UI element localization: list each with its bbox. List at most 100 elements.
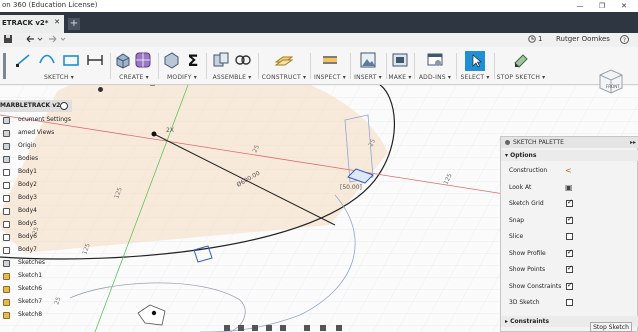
sketch-icon[interactable] bbox=[3, 286, 10, 293]
palette-option-construction[interactable]: Construction < bbox=[501, 163, 638, 179]
palette-option-show-profile[interactable]: Show Profile bbox=[501, 246, 638, 262]
browser-item-origin[interactable]: Origin bbox=[0, 140, 72, 152]
assemble-menu[interactable]: ASSEMBLE ▾ bbox=[208, 74, 256, 81]
browser-item-body1[interactable]: Body1 bbox=[0, 166, 72, 178]
sketch-arc-icon[interactable] bbox=[38, 51, 56, 69]
checkbox[interactable] bbox=[566, 215, 573, 224]
body-icon[interactable] bbox=[3, 182, 10, 189]
options-section-header[interactable]: ▾ Options bbox=[501, 150, 638, 161]
add-ins-menu[interactable]: ADD-INS ▾ bbox=[416, 74, 454, 81]
checkbox[interactable] bbox=[566, 198, 573, 207]
palette-option-show-constraints[interactable]: Show Constraints bbox=[501, 279, 638, 295]
browser-item-body7[interactable]: Body7 bbox=[0, 244, 72, 256]
look-at-icon[interactable]: ▣ bbox=[565, 183, 575, 192]
redo-icon[interactable] bbox=[47, 34, 59, 48]
sketch-icon[interactable] bbox=[3, 312, 10, 319]
make-menu[interactable]: MAKE ▾ bbox=[388, 74, 412, 81]
palette-option-look-at[interactable]: Look At ▣ bbox=[501, 180, 638, 196]
document-tab[interactable]: ETRACK v2* ✕ bbox=[0, 15, 64, 33]
undo-icon[interactable] bbox=[24, 34, 36, 48]
browser-item-body2[interactable]: Body2 bbox=[0, 179, 72, 191]
view-cube[interactable]: FRONT bbox=[596, 66, 626, 96]
folder-icon[interactable] bbox=[3, 117, 10, 124]
extrude-icon[interactable] bbox=[114, 51, 132, 69]
browser-item-sketch7[interactable]: Sketch7 bbox=[0, 296, 72, 308]
sketch-menu[interactable]: SKETCH ▾ bbox=[10, 74, 108, 81]
checkbox[interactable] bbox=[566, 233, 573, 240]
select-cursor-icon[interactable] bbox=[465, 51, 485, 71]
display-settings-icon[interactable] bbox=[304, 325, 310, 331]
browser-item-sketch6[interactable]: Sketch6 bbox=[0, 283, 72, 295]
scripts-addins-icon[interactable] bbox=[426, 51, 444, 69]
browser-item-body6[interactable]: Body6 bbox=[0, 231, 72, 243]
checkbox[interactable] bbox=[566, 264, 573, 273]
browser-item-body3[interactable]: Body3 bbox=[0, 192, 72, 204]
palette-option-snap[interactable]: Snap bbox=[501, 213, 638, 229]
sketch-dimension-icon[interactable] bbox=[86, 51, 104, 69]
palette-option-show-points[interactable]: Show Points bbox=[501, 262, 638, 278]
orbit-icon[interactable] bbox=[224, 325, 230, 331]
browser-item-body4[interactable]: Body4 bbox=[0, 205, 72, 217]
close-button[interactable]: ✕ bbox=[614, 0, 634, 12]
look-at-nav-icon[interactable] bbox=[238, 325, 244, 331]
browser-item-body5[interactable]: Body5 bbox=[0, 218, 72, 230]
grid-settings-icon[interactable] bbox=[320, 325, 326, 331]
parameters-sigma-icon[interactable]: Σ bbox=[184, 51, 202, 69]
browser-item-sketch8[interactable]: Sketch8 bbox=[0, 309, 72, 321]
construction-icon[interactable]: < bbox=[565, 166, 575, 175]
folder-icon[interactable] bbox=[3, 260, 10, 267]
folder-icon[interactable] bbox=[3, 156, 10, 163]
body-icon[interactable] bbox=[3, 169, 10, 176]
stop-sketch-button[interactable]: Stop Sketch bbox=[590, 322, 632, 332]
sketch-palette-header[interactable]: SKETCH PALETTE ▸▸ bbox=[501, 137, 638, 148]
fit-icon[interactable] bbox=[280, 325, 286, 331]
stop-sketch-icon[interactable] bbox=[512, 51, 530, 69]
activate-radio-icon[interactable] bbox=[60, 102, 68, 110]
sketch-icon[interactable] bbox=[3, 273, 10, 280]
palette-option-sketch-grid[interactable]: Sketch Grid bbox=[501, 196, 638, 212]
modify-menu[interactable]: MODIFY ▾ bbox=[160, 74, 204, 81]
offset-plane-icon[interactable] bbox=[275, 51, 293, 69]
minimize-button[interactable]: — bbox=[570, 0, 590, 12]
folder-icon[interactable] bbox=[3, 130, 10, 137]
maximize-button[interactable]: ❐ bbox=[592, 0, 612, 12]
body-icon[interactable] bbox=[3, 221, 10, 228]
folder-icon[interactable] bbox=[3, 143, 10, 150]
insert-menu[interactable]: INSERT ▾ bbox=[352, 74, 384, 81]
new-component-icon[interactable] bbox=[212, 51, 230, 69]
new-tab-button[interactable]: + bbox=[68, 18, 80, 30]
body-icon[interactable] bbox=[3, 247, 10, 254]
dimension-50[interactable]: [50.00] bbox=[340, 184, 362, 191]
tab-close-icon[interactable]: ✕ bbox=[54, 18, 60, 26]
undo-dropdown-icon[interactable] bbox=[37, 34, 43, 48]
joint-icon[interactable] bbox=[234, 51, 252, 69]
save-icon[interactable] bbox=[3, 34, 13, 48]
palette-pin-icon[interactable] bbox=[505, 140, 510, 145]
checkbox[interactable] bbox=[566, 281, 573, 290]
create-menu[interactable]: CREATE ▾ bbox=[112, 74, 156, 81]
sketch-rectangle-icon[interactable] bbox=[62, 51, 80, 69]
construct-menu[interactable]: CONSTRUCT ▾ bbox=[260, 74, 308, 81]
checkbox[interactable] bbox=[566, 299, 573, 306]
zoom-icon[interactable] bbox=[266, 325, 272, 331]
browser-item-ocument-settings[interactable]: ocument Settings bbox=[0, 114, 72, 126]
center-point[interactable] bbox=[151, 131, 157, 137]
body-icon[interactable] bbox=[3, 195, 10, 202]
browser-pin-icon[interactable] bbox=[98, 87, 103, 92]
redo-dropdown-icon[interactable] bbox=[60, 34, 66, 48]
form-icon[interactable] bbox=[134, 51, 152, 69]
body-icon[interactable] bbox=[3, 234, 10, 241]
dimension-2x[interactable]: 2X bbox=[166, 127, 174, 134]
browser-root[interactable]: MARBLETRACK v2 bbox=[0, 100, 72, 112]
inspect-menu[interactable]: INSPECT ▾ bbox=[312, 74, 348, 81]
lower-center-point[interactable] bbox=[151, 310, 157, 316]
viewports-icon[interactable] bbox=[336, 325, 342, 331]
measure-icon[interactable] bbox=[321, 51, 339, 69]
job-status-icon[interactable] bbox=[528, 35, 536, 45]
checkbox[interactable] bbox=[566, 248, 573, 257]
body-icon[interactable] bbox=[3, 208, 10, 215]
browser-item-sketches[interactable]: Sketches bbox=[0, 257, 72, 269]
sketch-icon[interactable] bbox=[3, 299, 10, 306]
sketch-line-icon[interactable] bbox=[14, 51, 32, 69]
user-name[interactable]: Rutger Oomkes bbox=[556, 35, 610, 43]
